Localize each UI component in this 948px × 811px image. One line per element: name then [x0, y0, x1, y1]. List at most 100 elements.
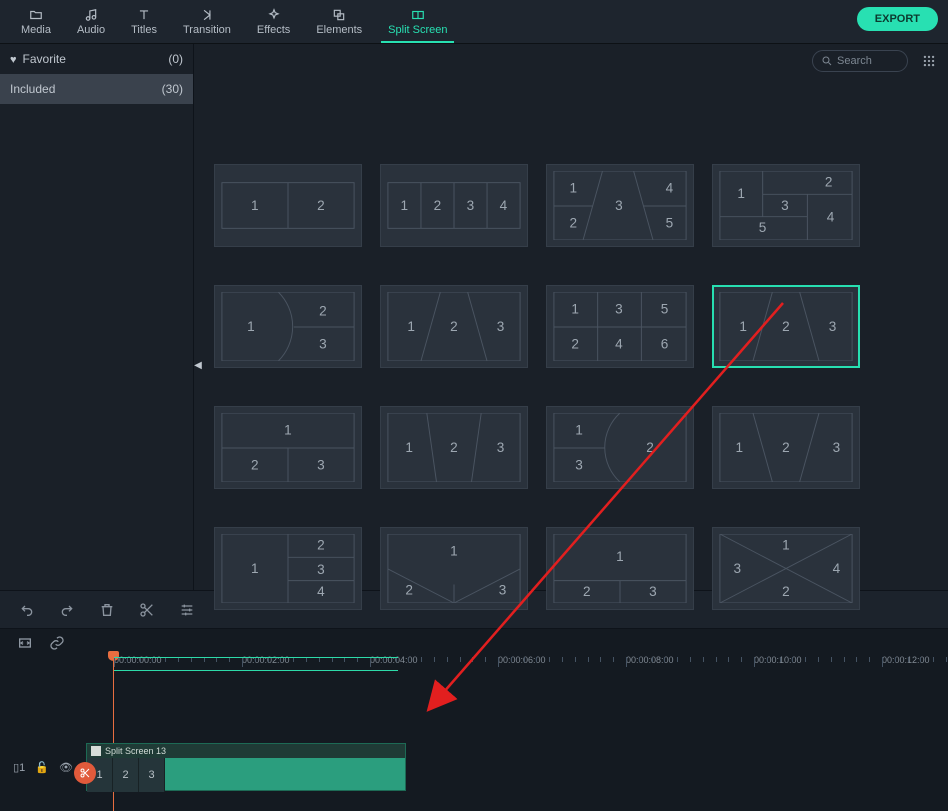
svg-text:3: 3 [615, 301, 623, 316]
svg-text:2: 2 [317, 198, 325, 213]
collapse-sidebar-button[interactable]: ◀ [193, 350, 203, 380]
timeline-clip[interactable]: Split Screen 13 1 2 3 [86, 743, 406, 791]
top-tabs: Media Audio Titles Transition Effects El… [0, 0, 948, 44]
svg-text:2: 2 [319, 303, 327, 318]
track-row: ▯1 🔓 👁 Split Screen 13 1 2 3 [0, 739, 948, 795]
tab-elements[interactable]: Elements [303, 0, 375, 43]
timeline-ruler[interactable]: 00:00:00:0000:00:02:0000:00:04:0000:00:0… [86, 657, 948, 675]
tab-audio[interactable]: Audio [64, 0, 118, 43]
svg-text:1: 1 [616, 549, 624, 564]
svg-text:2: 2 [782, 584, 790, 599]
sidebar-item-count: (0) [168, 52, 183, 66]
svg-text:3: 3 [649, 584, 657, 599]
tab-media[interactable]: Media [8, 0, 64, 43]
tab-transition[interactable]: Transition [170, 0, 244, 43]
svg-text:1: 1 [247, 319, 255, 334]
template-item[interactable]: 1234 [380, 164, 528, 247]
tab-titles[interactable]: Titles [118, 0, 170, 43]
svg-text:1: 1 [405, 440, 413, 455]
template-item[interactable]: 123 [380, 527, 528, 610]
template-item[interactable]: 12345 [546, 164, 694, 247]
svg-text:3: 3 [781, 198, 789, 213]
svg-text:4: 4 [317, 584, 325, 599]
timeline-head-tools [0, 629, 948, 657]
clip-title: Split Screen 13 [105, 746, 166, 756]
template-item[interactable]: 123456 [546, 285, 694, 368]
template-item[interactable]: 123 [546, 406, 694, 489]
template-item[interactable]: 1234 [214, 527, 362, 610]
svg-text:4: 4 [833, 561, 841, 576]
svg-text:2: 2 [405, 582, 413, 597]
svg-text:3: 3 [497, 319, 505, 334]
svg-text:5: 5 [666, 215, 674, 230]
link-button[interactable] [48, 634, 66, 652]
search-input[interactable]: Search [812, 50, 908, 72]
tab-label: Split Screen [388, 24, 447, 36]
svg-text:1: 1 [782, 538, 790, 553]
clip-trim-handle[interactable] [74, 762, 96, 784]
clip-cell: 2 [113, 758, 139, 792]
main-area: ♥Favorite (0) Included (30) Search ◀ 12 … [0, 44, 948, 590]
svg-text:2: 2 [450, 319, 458, 334]
svg-text:3: 3 [575, 457, 583, 472]
template-item[interactable]: 12 [214, 164, 362, 247]
track-header: ▯1 🔓 👁 [0, 739, 86, 795]
tab-label: Effects [257, 24, 290, 36]
template-item[interactable]: 1 2 3 4 [712, 527, 860, 610]
grid-view-toggle[interactable] [920, 52, 938, 70]
tab-label: Elements [316, 24, 362, 36]
template-grid: 12 1234 12345 12345 123 123 123456 123 1… [194, 78, 948, 610]
svg-text:6: 6 [661, 336, 669, 351]
clip-cell: 3 [139, 758, 165, 792]
template-item[interactable]: 1 2 3 [546, 527, 694, 610]
svg-text:3: 3 [499, 582, 507, 597]
svg-text:4: 4 [666, 180, 674, 195]
search-icon [821, 55, 833, 67]
template-item[interactable]: 12345 [712, 164, 860, 247]
svg-text:2: 2 [825, 175, 833, 190]
svg-text:2: 2 [583, 584, 591, 599]
fit-button[interactable] [16, 634, 34, 652]
svg-text:3: 3 [734, 561, 742, 576]
lock-icon[interactable]: 🔓 [35, 761, 49, 774]
svg-text:1: 1 [735, 440, 743, 455]
tab-label: Transition [183, 24, 231, 36]
svg-text:2: 2 [251, 457, 259, 472]
template-item[interactable]: 123 [712, 406, 860, 489]
sidebar-item-favorite[interactable]: ♥Favorite (0) [0, 44, 193, 74]
tab-effects[interactable]: Effects [244, 0, 303, 43]
sidebar-item-label: Included [10, 82, 55, 96]
template-item[interactable]: 123 [214, 285, 362, 368]
sparkle-icon [266, 8, 282, 22]
ruler-label: 00:00:10:00 [754, 655, 802, 665]
template-item[interactable]: 123 [380, 406, 528, 489]
svg-text:1: 1 [737, 186, 745, 201]
sidebar-item-included[interactable]: Included (30) [0, 74, 193, 104]
svg-text:3: 3 [497, 440, 505, 455]
layers-icon [331, 8, 347, 22]
svg-text:5: 5 [661, 301, 669, 316]
template-item[interactable]: 123 [214, 406, 362, 489]
delete-button[interactable] [98, 601, 116, 619]
redo-button[interactable] [58, 601, 76, 619]
clip-header: Split Screen 13 [87, 744, 405, 758]
svg-text:3: 3 [615, 198, 623, 213]
svg-text:1: 1 [251, 561, 259, 576]
visibility-icon[interactable]: 👁 [59, 761, 73, 774]
svg-text:5: 5 [759, 220, 767, 235]
ruler-label: 00:00:08:00 [626, 655, 674, 665]
ruler-label: 00:00:06:00 [498, 655, 546, 665]
svg-text:1: 1 [401, 198, 409, 213]
export-button[interactable]: EXPORT [857, 7, 938, 31]
svg-text:1: 1 [575, 422, 583, 437]
svg-text:2: 2 [571, 336, 579, 351]
sidebar: ♥Favorite (0) Included (30) [0, 44, 193, 590]
template-item[interactable]: 123 [380, 285, 528, 368]
clip-type-icon [91, 746, 101, 756]
split-button[interactable] [138, 601, 156, 619]
svg-text:3: 3 [317, 562, 325, 577]
svg-text:1: 1 [569, 180, 577, 195]
template-item-selected[interactable]: 123 [712, 285, 860, 368]
tab-split-screen[interactable]: Split Screen [375, 0, 460, 43]
undo-button[interactable] [18, 601, 36, 619]
